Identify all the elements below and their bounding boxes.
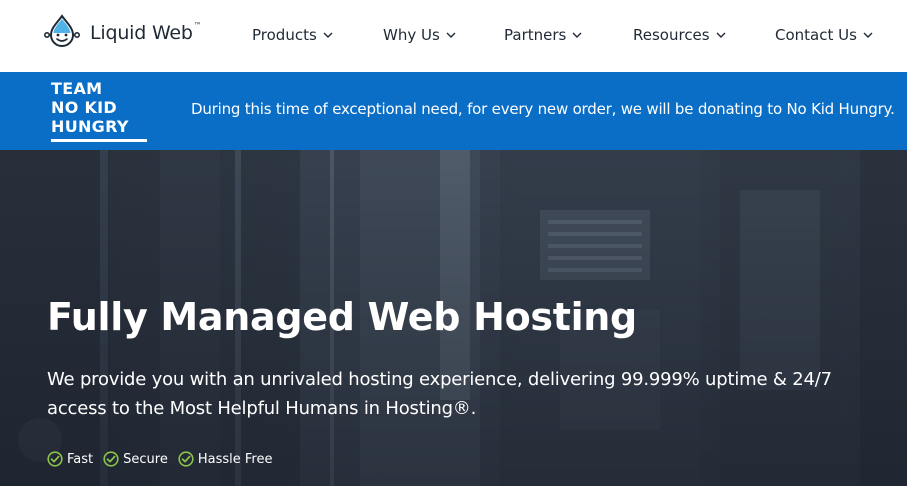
check-circle-icon <box>47 451 63 467</box>
badge-line-hungry: HUNGRY <box>51 117 129 136</box>
nav-resources-label: Resources <box>633 26 710 44</box>
logo-trademark: ™ <box>193 20 202 30</box>
nav-contact-us-label: Contact Us <box>775 26 857 44</box>
logo-text: Liquid Web <box>90 22 193 44</box>
chevron-down-icon <box>323 32 333 38</box>
feature-hassle-free: Hassle Free <box>178 451 273 467</box>
donation-banner[interactable]: TEAM NO KID HUNGRY During this time of e… <box>0 72 907 150</box>
site-header: Liquid Web ™ Products Why Us Partners Res… <box>0 0 907 72</box>
feature-fast-label: Fast <box>67 451 94 467</box>
nav-why-us[interactable]: Why Us <box>383 24 456 46</box>
hero-title: Fully Managed Web Hosting <box>47 295 637 339</box>
nav-products[interactable]: Products <box>252 24 333 46</box>
liquid-web-logo[interactable]: Liquid Web ™ <box>42 13 202 53</box>
nav-why-us-label: Why Us <box>383 26 440 44</box>
feature-fast: Fast <box>47 451 93 467</box>
hero-subtitle: We provide you with an unrivaled hosting… <box>47 369 832 419</box>
check-circle-icon <box>103 451 119 467</box>
chevron-down-icon <box>863 32 873 38</box>
badge-line-team: TEAM <box>51 79 103 98</box>
chevron-down-icon <box>446 32 456 38</box>
badge-line-no-kid: NO KID <box>51 98 117 117</box>
feature-list: Fast Secure Hassle Free <box>47 451 282 467</box>
feature-secure: Secure <box>103 451 168 467</box>
logo-drop-icon <box>43 14 80 47</box>
banner-message: During this time of exceptional need, fo… <box>191 100 895 118</box>
nav-partners-label: Partners <box>504 26 567 44</box>
nav-partners[interactable]: Partners <box>504 24 582 46</box>
nav-products-label: Products <box>252 26 317 44</box>
nav-contact-us[interactable]: Contact Us <box>775 24 873 46</box>
chevron-down-icon <box>572 32 582 38</box>
badge-underline <box>51 139 147 142</box>
feature-secure-label: Secure <box>123 451 168 467</box>
nav-resources[interactable]: Resources <box>633 24 726 46</box>
feature-hassle-free-label: Hassle Free <box>197 451 273 467</box>
check-circle-icon <box>178 451 194 467</box>
hero-section: Fully Managed Web Hosting We provide you… <box>0 150 907 486</box>
no-kid-hungry-badge: TEAM NO KID HUNGRY <box>51 80 149 142</box>
chevron-down-icon <box>716 32 726 38</box>
